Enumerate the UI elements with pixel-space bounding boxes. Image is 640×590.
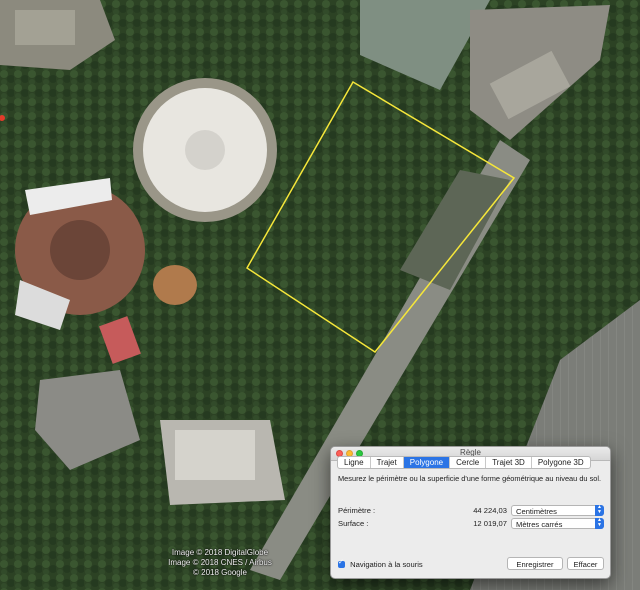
measure-tabs: Ligne Trajet Polygone Cercle Trajet 3D P…: [337, 456, 591, 469]
credit-line: Image © 2018 CNES / Airbus: [168, 558, 272, 567]
clear-button[interactable]: Effacer: [567, 557, 604, 570]
perimeter-row: Périmètre : 44 224,03 Centimètres ▲ ▼: [338, 505, 604, 517]
tool-description: Mesurez le périmètre ou la superficie d'…: [338, 474, 602, 483]
tab-line[interactable]: Ligne: [338, 457, 371, 468]
tab-path-3d[interactable]: Trajet 3D: [486, 457, 532, 468]
area-label: Surface :: [338, 519, 369, 528]
perimeter-unit: Centimètres: [516, 507, 557, 516]
credit-line: Image © 2018 DigitalGlobe: [171, 548, 269, 557]
tab-circle[interactable]: Cercle: [450, 457, 487, 468]
chevron-updown-icon: ▲ ▼: [595, 505, 604, 516]
checkbox-checked-icon[interactable]: [338, 558, 345, 568]
mouse-navigation-checkbox[interactable]: Navigation à la souris: [338, 558, 423, 569]
area-row: Surface : 12 019,07 Mètres carrés ▲ ▼: [338, 518, 604, 530]
area-unit: Mètres carrés: [516, 520, 563, 529]
perimeter-label: Périmètre :: [338, 506, 376, 515]
perimeter-value: 44 224,03: [473, 506, 507, 515]
ruler-dialog: Règle Ligne Trajet Polygone Cercle Traje…: [330, 446, 611, 579]
area-value: 12 019,07: [473, 519, 507, 528]
area-unit-select[interactable]: Mètres carrés ▲ ▼: [511, 518, 604, 529]
credit-line: © 2018 Google: [193, 568, 247, 577]
tab-path[interactable]: Trajet: [371, 457, 404, 468]
chevron-updown-icon: ▲ ▼: [595, 518, 604, 529]
save-button[interactable]: Enregistrer: [507, 557, 563, 570]
tab-polygon[interactable]: Polygone: [403, 457, 451, 468]
imagery-credits: Image © 2018 DigitalGlobe Image © 2018 C…: [140, 548, 300, 578]
perimeter-unit-select[interactable]: Centimètres ▲ ▼: [511, 505, 604, 516]
mouse-navigation-label: Navigation à la souris: [350, 560, 423, 569]
tab-polygon-3d[interactable]: Polygone 3D: [532, 457, 590, 468]
